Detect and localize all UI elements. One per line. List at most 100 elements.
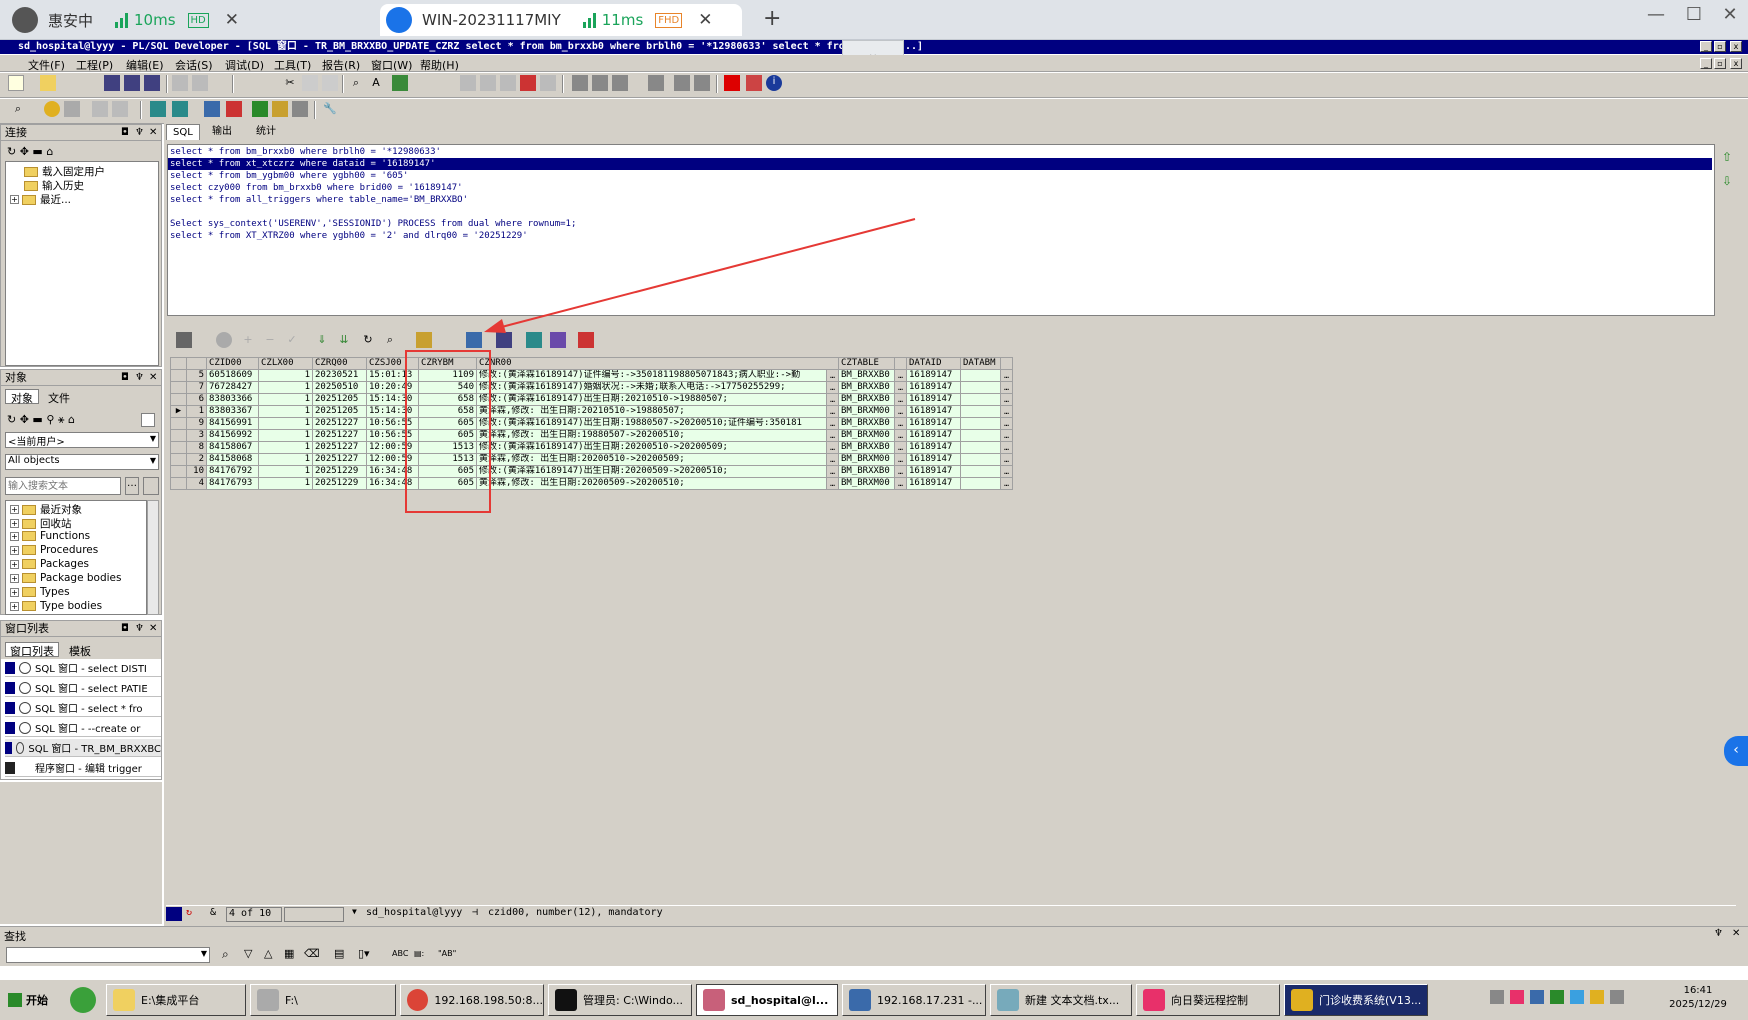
cell-czid00[interactable]: 84158068 bbox=[206, 453, 259, 466]
open-icon[interactable] bbox=[40, 75, 56, 91]
cell-editor-button[interactable]: … bbox=[894, 417, 907, 430]
close-icon[interactable]: ✕ bbox=[1732, 928, 1740, 939]
cell-editor-button[interactable]: … bbox=[826, 441, 839, 454]
taskbar-item[interactable]: E:\集成平台 bbox=[106, 984, 246, 1016]
cell-cznr00[interactable]: 修改:(黄泽霖16189147)出生日期:20200510->20200509; bbox=[476, 441, 827, 454]
pin-icon[interactable]: ♆ bbox=[1714, 928, 1723, 939]
cell-dataid[interactable]: 16189147 bbox=[906, 369, 961, 382]
taskbar-item-active[interactable]: sd_hospital@l... bbox=[696, 984, 838, 1016]
cell-cznr00[interactable]: 修改:(黄泽霖16189147)婚姻状况:->未婚;联系人电话:->177502… bbox=[476, 381, 827, 394]
info-icon[interactable]: i bbox=[766, 75, 782, 91]
cell-editor-button[interactable]: … bbox=[826, 405, 839, 418]
sql-icon[interactable] bbox=[172, 101, 188, 117]
cell-czid00[interactable]: 76728427 bbox=[206, 381, 259, 394]
rollback-icon[interactable] bbox=[226, 101, 242, 117]
close-tab-icon[interactable]: ✕ bbox=[225, 10, 239, 30]
cell-editor-button[interactable]: … bbox=[1000, 465, 1013, 478]
cell-editor-button[interactable]: … bbox=[1000, 417, 1013, 430]
row-indicator[interactable] bbox=[170, 465, 187, 478]
paste-icon[interactable] bbox=[322, 75, 338, 91]
expand-icon[interactable]: + bbox=[10, 531, 19, 541]
cell-czid00[interactable]: 84176792 bbox=[206, 465, 259, 478]
tree-item[interactable]: + 回收站 bbox=[10, 516, 72, 531]
window-list-item[interactable]: SQL 窗口 - --create or bbox=[5, 719, 161, 737]
cell-cznr00[interactable]: 修改:(黄泽霖16189147)出生日期:20210510->19880507; bbox=[476, 393, 827, 406]
cell-dataid[interactable]: 16189147 bbox=[906, 381, 961, 394]
cell-czid00[interactable]: 60518609 bbox=[206, 369, 259, 382]
connection-label[interactable]: sd_hospital@lyyy bbox=[366, 907, 462, 918]
new-tab-icon[interactable]: + bbox=[763, 6, 781, 31]
tile-icon[interactable] bbox=[674, 75, 690, 91]
column-header[interactable]: CZNR00 bbox=[476, 357, 839, 370]
row-number[interactable]: 9 bbox=[186, 417, 207, 430]
expand-icon[interactable]: + bbox=[10, 559, 19, 569]
row-indicator[interactable] bbox=[170, 369, 187, 382]
cell-cztable[interactable]: BM_BRXXB0 bbox=[838, 393, 895, 406]
cell-czlx00[interactable]: 1 bbox=[258, 405, 313, 418]
tile-vertical-icon[interactable] bbox=[694, 75, 710, 91]
comment-icon[interactable] bbox=[500, 75, 516, 91]
cell-czlx00[interactable]: 1 bbox=[258, 477, 313, 490]
wrench-icon[interactable]: 🔧 bbox=[322, 101, 338, 117]
table-row[interactable]: 2 84158068 1 20251227 12:00:59 1513 黄泽霖,修改: 出生… bbox=[170, 453, 1013, 466]
tool-icon[interactable] bbox=[252, 101, 268, 117]
format-icon[interactable] bbox=[540, 75, 556, 91]
cell-cznr00[interactable]: 修改:(黄泽霖16189147)出生日期:19880507->20200510;… bbox=[476, 417, 827, 430]
window-icon[interactable] bbox=[572, 75, 588, 91]
expand-icon[interactable]: + bbox=[10, 573, 19, 583]
window-list-item[interactable]: SQL 窗口 - select PATIE bbox=[5, 679, 161, 697]
cell-editor-button[interactable]: … bbox=[826, 381, 839, 394]
row-indicator[interactable] bbox=[170, 453, 187, 466]
window-list-item[interactable]: SQL 窗口 - select * fro bbox=[5, 699, 161, 717]
taskbar-item[interactable]: 管理员: C:\Windo... bbox=[548, 984, 692, 1016]
cell-cznr00[interactable]: 黄泽霖,修改: 出生日期:19880507->20200510; bbox=[476, 429, 827, 442]
save-icon[interactable] bbox=[104, 75, 120, 91]
menu-window[interactable]: 窗口(W) bbox=[371, 57, 412, 73]
copy-icon[interactable] bbox=[302, 75, 318, 91]
add-icon[interactable]: + bbox=[240, 332, 256, 348]
cell-editor-button[interactable]: … bbox=[1000, 429, 1013, 442]
cell-czrq00[interactable]: 20251227 bbox=[312, 453, 367, 466]
cell-czrq00[interactable]: 20251227 bbox=[312, 429, 367, 442]
table-row[interactable]: 6 83803366 1 20251205 15:14:30 658 修改:(黄泽霖1618… bbox=[170, 393, 1013, 406]
fetch-all-icon[interactable]: ⇊ bbox=[336, 332, 352, 348]
row-indicator[interactable] bbox=[170, 477, 187, 490]
clock[interactable]: 16:41 2025/12/29 bbox=[1660, 984, 1736, 1012]
volume-icon[interactable] bbox=[1610, 990, 1624, 1004]
taskbar-item[interactable]: 新建 文本文档.tx... bbox=[990, 984, 1132, 1016]
cell-czlx00[interactable]: 1 bbox=[258, 429, 313, 442]
find-previous-icon[interactable]: △ bbox=[264, 947, 272, 960]
find-next-icon[interactable]: ▽ bbox=[244, 947, 252, 960]
uncomment-icon[interactable] bbox=[520, 75, 536, 91]
tool-icon[interactable] bbox=[112, 101, 128, 117]
expand-icon[interactable]: + bbox=[10, 195, 19, 204]
save-as-icon[interactable] bbox=[124, 75, 140, 91]
tray-icon[interactable] bbox=[1570, 990, 1584, 1004]
gear-icon[interactable] bbox=[44, 101, 60, 117]
menu-session[interactable]: 会话(S) bbox=[175, 57, 213, 73]
cell-czrq00[interactable]: 20251205 bbox=[312, 405, 367, 418]
row-number[interactable]: 8 bbox=[186, 441, 207, 454]
cell-editor-button[interactable]: … bbox=[894, 369, 907, 382]
row-number[interactable]: 7 bbox=[186, 381, 207, 394]
cell-databm[interactable] bbox=[960, 369, 1001, 382]
cell-editor-button[interactable]: … bbox=[826, 477, 839, 490]
cell-dataid[interactable]: 16189147 bbox=[906, 477, 961, 490]
find-icon[interactable]: ⌕ bbox=[348, 75, 364, 91]
minimize-icon[interactable]: _ bbox=[1700, 41, 1712, 52]
grid-icon[interactable] bbox=[176, 332, 192, 348]
restore-icon[interactable]: ▫ bbox=[1714, 58, 1726, 69]
cut-icon[interactable]: ✂ bbox=[282, 75, 298, 91]
cell-editor-button[interactable]: … bbox=[894, 465, 907, 478]
lock-icon[interactable] bbox=[216, 332, 232, 348]
window-icon[interactable] bbox=[612, 75, 628, 91]
column-header[interactable]: CZTABLE bbox=[838, 357, 895, 370]
cell-cznr00[interactable]: 黄泽霖,修改: 出生日期:20200509->20200510; bbox=[476, 477, 827, 490]
cell-czrq00[interactable]: 20251229 bbox=[312, 477, 367, 490]
execute-icon[interactable] bbox=[392, 75, 408, 91]
more-button[interactable]: … bbox=[125, 477, 139, 495]
expand-icon[interactable]: + bbox=[10, 601, 19, 611]
cell-dataid[interactable]: 16189147 bbox=[906, 441, 961, 454]
row-indicator[interactable]: ▶ bbox=[170, 405, 187, 418]
taskbar-item[interactable]: 门诊收费系统(V13... bbox=[1284, 984, 1428, 1016]
